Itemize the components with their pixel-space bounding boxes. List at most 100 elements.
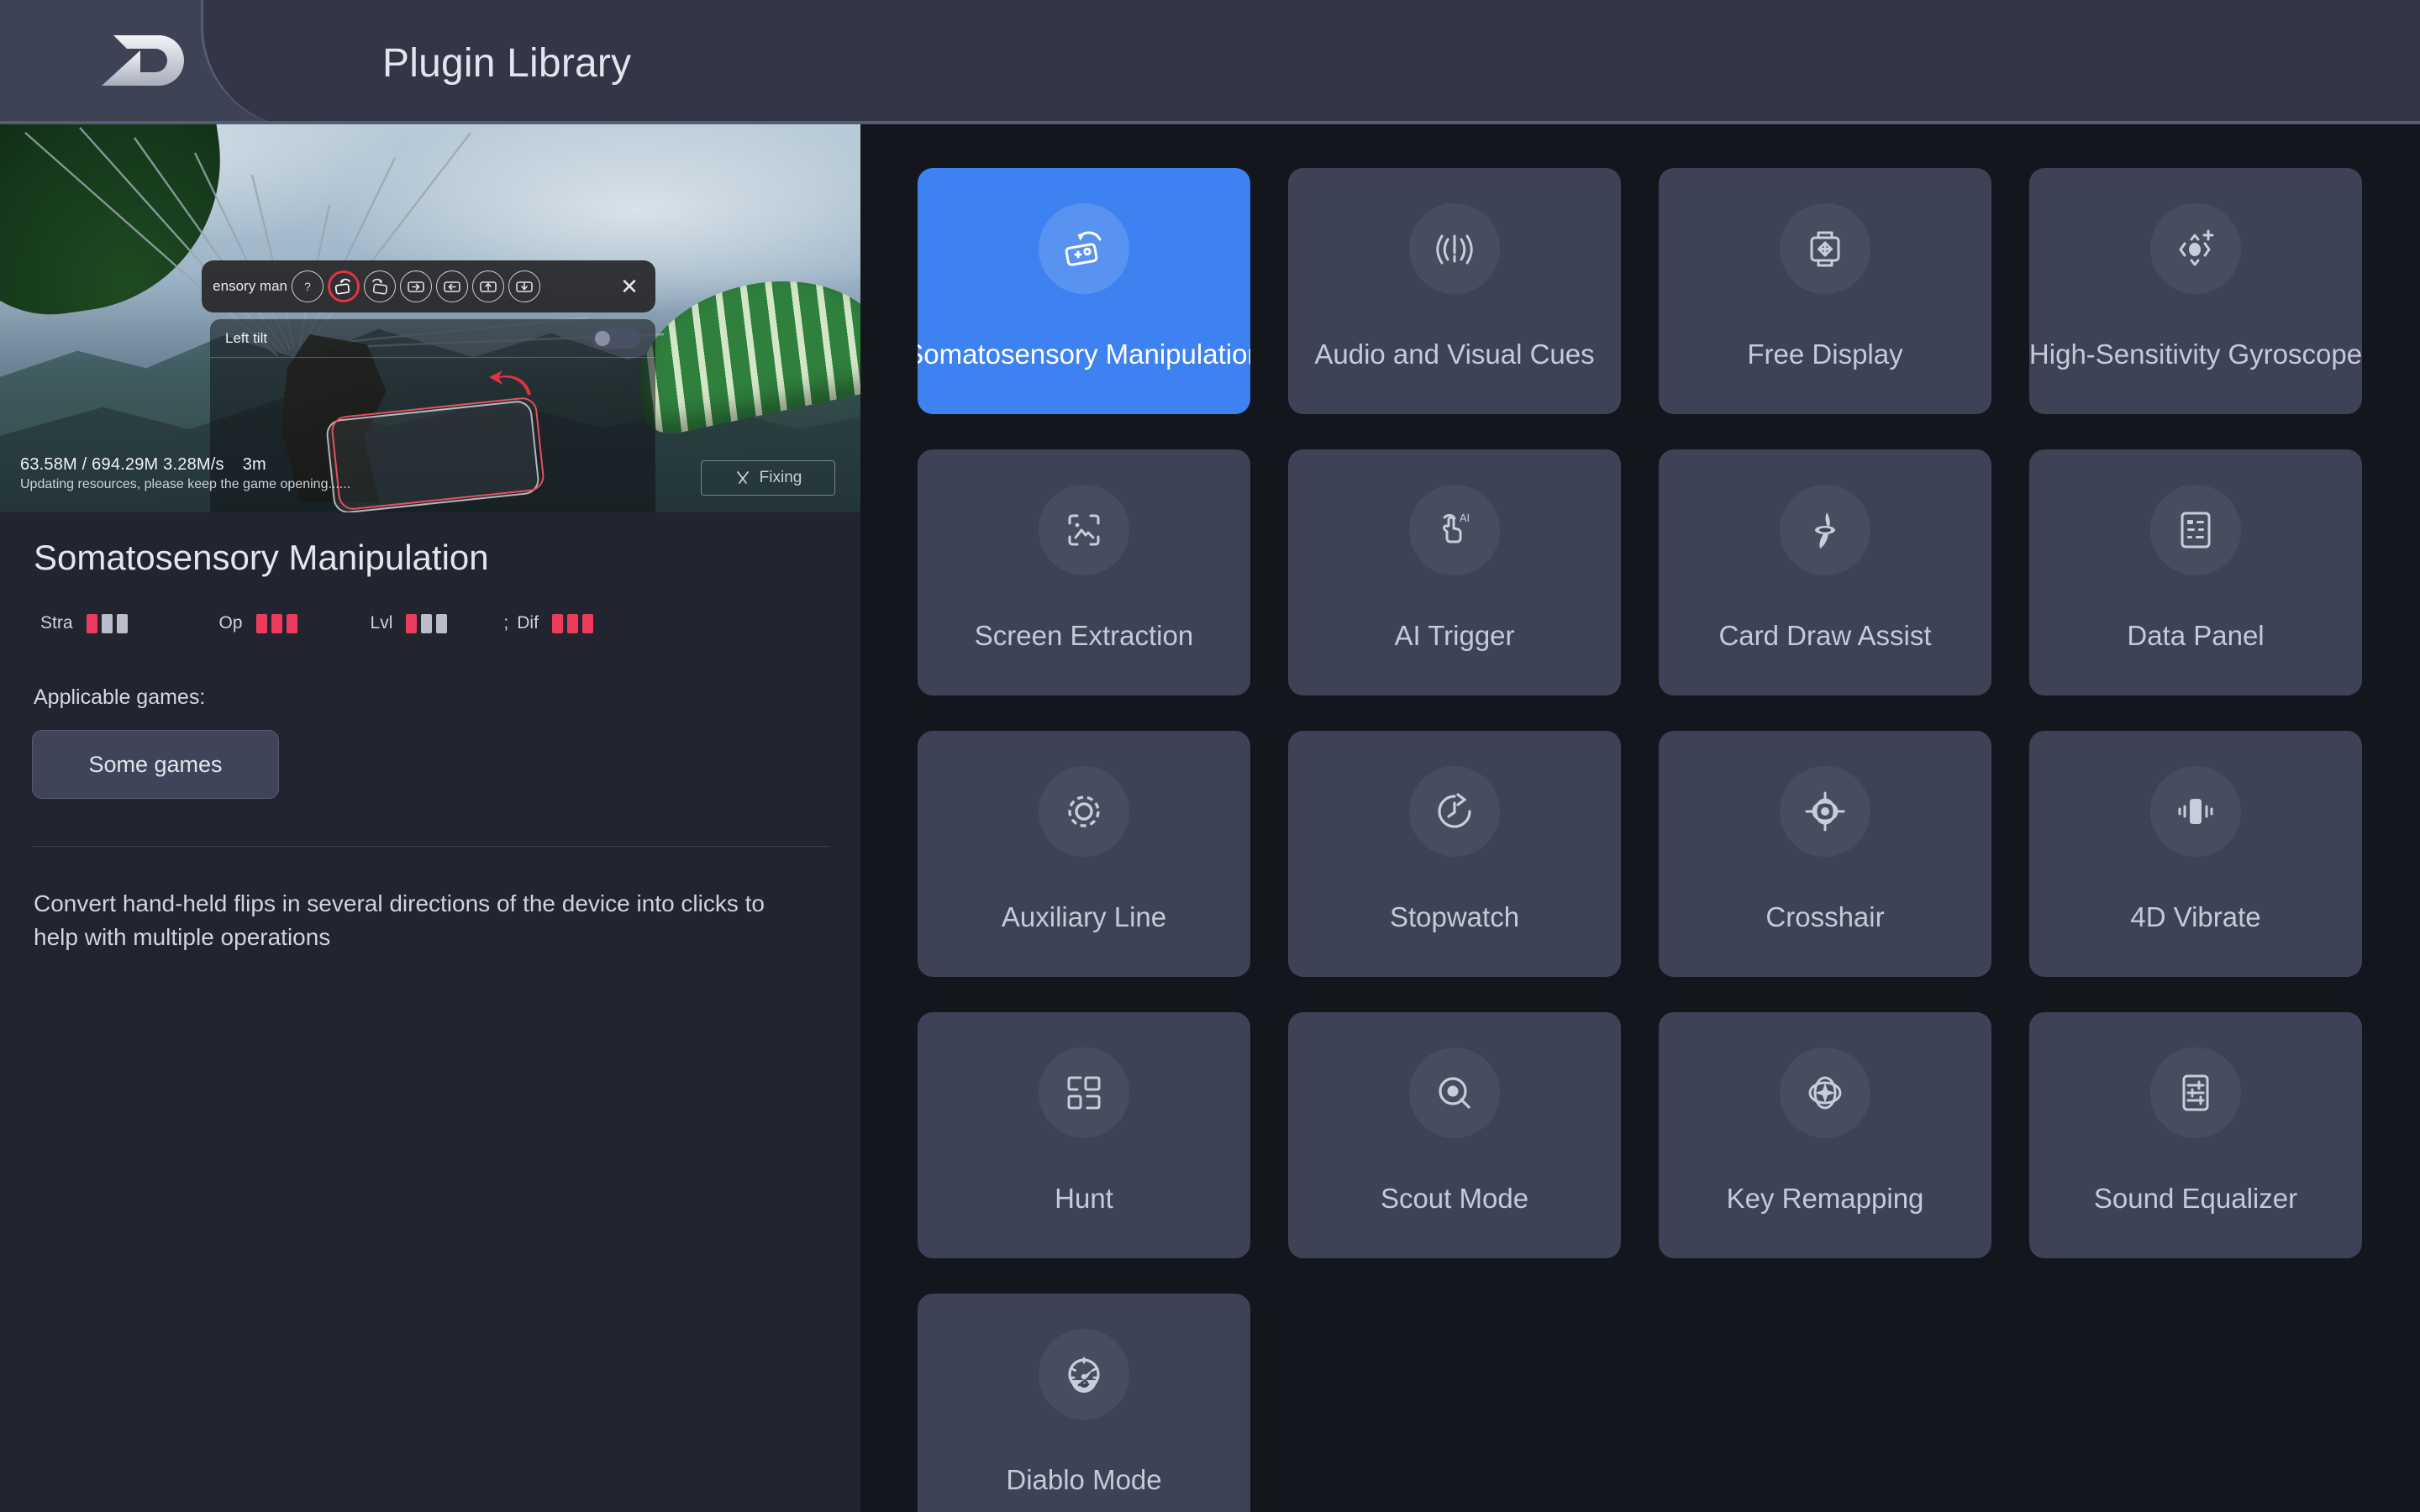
rating-pip xyxy=(117,614,128,633)
tilt-panel-header: Left tilt xyxy=(210,319,655,358)
plugin-card-4d-vibrate[interactable]: 4D Vibrate xyxy=(2029,731,2362,977)
rating-label: Dif xyxy=(517,613,539,633)
download-status-bar: 63.58M / 694.29M 3.28M/s3m Updating reso… xyxy=(0,450,860,512)
plugin-card-high-sensitivity-gyroscope[interactable]: High-Sensitivity Gyroscope xyxy=(2029,168,2362,414)
rating-pip xyxy=(567,614,578,633)
screen-extraction-icon xyxy=(1039,485,1129,575)
card-draw-icon xyxy=(1780,485,1870,575)
plugin-card-data-panel[interactable]: Data Panel xyxy=(2029,449,2362,696)
plugin-card-label: Screen Extraction xyxy=(975,620,1193,652)
rating-label: Lvl xyxy=(371,613,393,633)
plugin-card-label: Crosshair xyxy=(1765,901,1884,933)
rating-pip xyxy=(552,614,563,633)
plugin-description: Convert hand-held flips in several direc… xyxy=(34,887,815,955)
free-display-icon xyxy=(1780,203,1870,294)
applicable-games-label: Applicable games: xyxy=(34,685,860,710)
some-games-button[interactable]: Some games xyxy=(32,730,279,799)
section-divider xyxy=(32,846,830,847)
plugin-card-label: Hunt xyxy=(1055,1183,1113,1215)
plugin-card-diablo-mode[interactable]: Diablo Mode xyxy=(918,1294,1250,1512)
crosshair-icon xyxy=(1780,766,1870,857)
brand-d-logo-icon[interactable] xyxy=(88,30,197,91)
rating-separator-glyph: ; xyxy=(503,613,508,633)
auxiliary-line-icon xyxy=(1039,766,1129,857)
rating-pip xyxy=(582,614,593,633)
plugin-card-key-remapping[interactable]: Key Remapping xyxy=(1659,1012,1991,1258)
rating-pip xyxy=(102,614,113,633)
fixing-button-label: Fixing xyxy=(760,469,802,487)
scout-mode-icon xyxy=(1409,1047,1500,1138)
fixing-button[interactable]: Fixing xyxy=(701,460,835,496)
svg-text:AI: AI xyxy=(1460,512,1470,524)
page-title: Plugin Library xyxy=(382,40,631,87)
plugin-preview-image: ensory man ? ✕ xyxy=(0,124,860,512)
rating-pip xyxy=(406,614,417,633)
plugin-card-label: Diablo Mode xyxy=(1006,1464,1161,1496)
tilt-forward-icon[interactable] xyxy=(400,270,432,302)
data-panel-icon xyxy=(2150,485,2241,575)
stopwatch-icon xyxy=(1409,766,1500,857)
sound-wave-icon xyxy=(1409,203,1500,294)
plugin-card-card-draw-assist[interactable]: Card Draw Assist xyxy=(1659,449,1991,696)
sound-equalizer-icon xyxy=(2150,1047,2241,1138)
wrench-icon xyxy=(734,470,751,486)
key-mapping-toolbar: ensory man ? ✕ xyxy=(202,260,655,312)
plugin-card-label: 4D Vibrate xyxy=(2130,901,2260,933)
plugin-card-scout-mode[interactable]: Scout Mode xyxy=(1288,1012,1621,1258)
plugin-card-audio-and-visual-cues[interactable]: Audio and Visual Cues xyxy=(1288,168,1621,414)
rating-pip xyxy=(421,614,432,633)
rating-pip xyxy=(256,614,267,633)
plugin-card-label: Free Display xyxy=(1747,339,1902,370)
app-header: Plugin Library xyxy=(0,0,2420,124)
rating-label: Op xyxy=(219,613,243,633)
rating-pip xyxy=(436,614,447,633)
plugin-card-somatosensory-manipulation[interactable]: Somatosensory Manipulation xyxy=(918,168,1250,414)
tilt-right-icon[interactable] xyxy=(364,270,396,302)
plugin-card-label: Auxiliary Line xyxy=(1002,901,1166,933)
tilt-backward-icon[interactable] xyxy=(436,270,468,302)
plugin-card-label: High-Sensitivity Gyroscope xyxy=(2029,339,2362,370)
plugin-card-auxiliary-line[interactable]: Auxiliary Line xyxy=(918,731,1250,977)
question-mark-icon[interactable]: ? xyxy=(292,270,324,302)
plugin-card-ai-trigger[interactable]: AI AI Trigger xyxy=(1288,449,1621,696)
plugin-card-label: Audio and Visual Cues xyxy=(1314,339,1594,370)
close-icon[interactable]: ✕ xyxy=(615,272,644,301)
plugin-card-free-display[interactable]: Free Display xyxy=(1659,168,1991,414)
rating-pip xyxy=(87,614,97,633)
plugin-card-label: Stopwatch xyxy=(1390,901,1519,933)
key-remapping-icon xyxy=(1780,1047,1870,1138)
plugin-title: Somatosensory Manipulation xyxy=(34,538,860,578)
rating-pip xyxy=(287,614,297,633)
plugin-card-stopwatch[interactable]: Stopwatch xyxy=(1288,731,1621,977)
rating-label: Stra xyxy=(40,613,73,633)
diablo-mode-icon xyxy=(1039,1329,1129,1420)
plugin-detail-content: Somatosensory Manipulation Stra Op Lvl xyxy=(0,512,860,955)
plugin-card-label: Key Remapping xyxy=(1727,1183,1924,1215)
vibrate-icon xyxy=(2150,766,2241,857)
flip-up-icon[interactable] xyxy=(472,270,504,302)
ai-trigger-icon: AI xyxy=(1409,485,1500,575)
tilt-left-icon[interactable] xyxy=(328,270,360,302)
svg-text:?: ? xyxy=(304,280,311,293)
plugin-card-label: Data Panel xyxy=(2127,620,2264,652)
plugin-card-sound-equalizer[interactable]: Sound Equalizer xyxy=(2029,1012,2362,1258)
tilt-panel-label: Left tilt xyxy=(225,330,267,347)
plugin-card-label: Card Draw Assist xyxy=(1718,620,1931,652)
rating-op: Op xyxy=(219,613,302,633)
flip-down-icon[interactable] xyxy=(508,270,540,302)
tilt-enable-toggle[interactable] xyxy=(592,328,640,349)
rating-lvl: Lvl xyxy=(371,613,452,633)
rating-stra: Stra xyxy=(40,613,132,633)
plugin-card-crosshair[interactable]: Crosshair xyxy=(1659,731,1991,977)
tilt-direction-arrow-icon xyxy=(487,368,546,396)
plugin-card-hunt[interactable]: Hunt xyxy=(918,1012,1250,1258)
somatosensory-tilt-icon xyxy=(1039,203,1129,294)
toolbar-title: ensory man xyxy=(213,278,287,295)
gyroscope-icon xyxy=(2150,203,2241,294)
plugin-card-screen-extraction[interactable]: Screen Extraction xyxy=(918,449,1250,696)
hunt-icon xyxy=(1039,1047,1129,1138)
rating-dif: Dif xyxy=(517,613,597,633)
download-progress-text: 63.58M / 694.29M 3.28M/s xyxy=(20,455,224,474)
plugin-card-grid: Somatosensory Manipulation Audio and Vis… xyxy=(860,124,2420,1512)
download-eta: 3m xyxy=(243,455,266,474)
